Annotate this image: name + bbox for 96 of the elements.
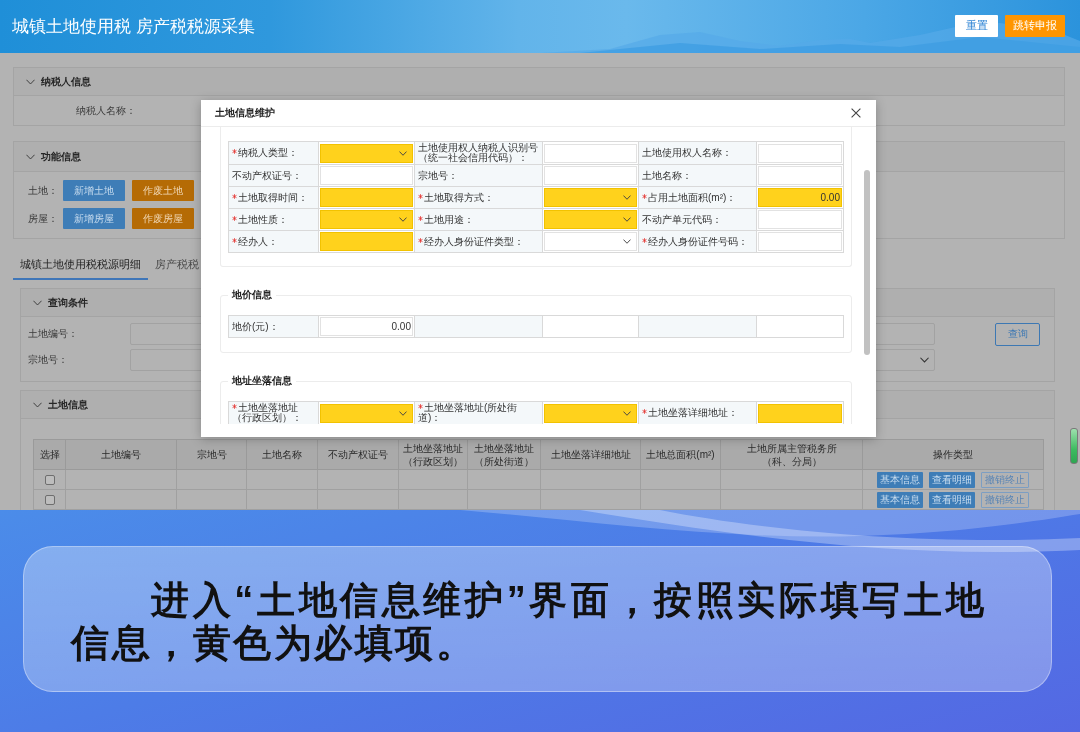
chevron-down-icon[interactable] [26,153,35,160]
field-label: 宗地号： [28,353,69,367]
field-label: 土地用途： [424,213,474,225]
column-header: 土地坐落地址（行政区划） [398,439,468,470]
query-button[interactable]: 查询 [995,322,1040,346]
close-icon [851,108,861,118]
select-field[interactable] [544,210,637,229]
checkbox[interactable] [44,475,55,486]
input-field[interactable] [544,143,637,163]
field-label: 纳税人类型： [238,147,298,158]
input-field[interactable] [758,143,842,163]
field-label: 经办人身份证件号码： [648,235,748,247]
column-header: 选择 [33,439,66,470]
input-field[interactable] [758,403,842,423]
panel-title: 纳税人信息 [41,74,91,89]
select-field[interactable] [544,403,637,423]
column-header: 不动产权证号 [317,439,399,470]
field-label: 土地编号： [28,327,79,341]
page-title: 城镇土地使用税 房产税税源采集 [12,16,255,38]
section-title: 地址坐落信息 [231,375,293,387]
column-header: 土地名称 [246,439,318,470]
function-button[interactable]: 作废房屋 [132,208,194,229]
field-label: 经办人： [238,235,278,247]
select-field[interactable] [320,143,413,163]
action-button[interactable]: 查看明细 [929,491,975,508]
select-field[interactable] [544,188,637,207]
field-label: 土地使用权人纳税人识别号（统一社会信用代码）： [418,142,538,163]
select-field[interactable] [320,403,413,423]
checkbox[interactable] [44,495,55,506]
action-button[interactable]: 撤销终止 [981,471,1029,488]
input-field[interactable] [758,232,842,251]
header-button[interactable]: 跳转申报 [1005,14,1065,37]
chevron-down-icon [623,195,631,200]
function-button[interactable]: 作废土地 [132,180,194,201]
field-label: 土地使用权人名称： [642,147,732,158]
chevron-down-icon [399,150,407,156]
chevron-down-icon [623,239,631,244]
field-label: 土地： [27,183,58,198]
field-label: 不动产单元代码： [642,213,722,225]
field-label: 土地性质： [238,213,288,225]
column-header: 土地坐落地址（所处街道） [467,439,541,470]
column-header: 宗地号 [176,439,247,470]
action-button[interactable]: 基本信息 [877,471,923,488]
column-header: 操作类型 [862,439,1044,470]
chevron-down-icon[interactable] [26,78,35,85]
field-label: 宗地号： [418,169,458,181]
field-label: 经办人身份证件类型： [424,235,524,247]
input-field[interactable] [320,188,413,207]
select-field[interactable] [320,210,413,229]
header-button[interactable]: 重置 [955,14,998,37]
chevron-down-icon [623,410,631,416]
field-label: 土地坐落地址（行政区划）： [232,402,302,423]
column-header: 土地所属主管税务所（科、分局） [720,439,863,470]
function-button[interactable]: 新增土地 [63,180,125,201]
action-button[interactable]: 查看明细 [929,471,975,488]
field-label: 不动产权证号： [232,169,302,181]
tab[interactable]: 城镇土地使用税税源明细 [13,251,148,280]
field-label: 占用土地面积(m²)： [648,191,737,203]
input-field[interactable] [758,166,842,185]
panel-title: 查询条件 [48,295,88,310]
chevron-down-icon[interactable] [33,299,42,306]
field-label: 土地名称： [642,169,692,181]
tab[interactable]: 房产税税 [148,251,203,280]
field-label: 房屋： [27,211,58,226]
chevron-down-icon [920,357,929,363]
function-button[interactable]: 新增房屋 [63,208,125,229]
chevron-down-icon [399,410,407,416]
field-label: 地价(元)： [232,320,279,332]
field-label: 土地坐落地址(所处街道)： [418,402,518,423]
scrollbar-thumb[interactable] [1070,428,1078,464]
field-label: 土地取得时间： [238,191,308,203]
chevron-down-icon [623,217,631,222]
panel-title: 功能信息 [41,149,81,164]
panel-title: 土地信息 [48,397,88,412]
select-field[interactable] [544,232,637,251]
column-header: 土地坐落详细地址 [540,439,641,470]
chevron-down-icon[interactable] [33,401,42,408]
input-field[interactable]: 0.00 [758,188,842,207]
dialog-title: 土地信息维护 [215,106,275,120]
input-field[interactable]: 0.00 [320,317,413,336]
input-field[interactable] [320,166,413,185]
field-label: 土地取得方式： [424,191,494,203]
column-header: 土地编号 [65,439,177,470]
action-button[interactable]: 基本信息 [877,491,923,508]
scrollbar-thumb[interactable] [864,170,870,355]
column-header: 土地总面积(m²) [640,439,721,470]
field-label: 纳税人名称： [75,103,136,118]
close-button[interactable] [850,107,862,119]
input-field[interactable] [758,210,842,229]
input-field[interactable] [544,166,637,185]
chevron-down-icon [399,217,407,222]
field-label: 土地坐落详细地址： [648,407,738,418]
section-title: 地价信息 [231,289,273,301]
caption-text: 进入“土地信息维护”界面，按照实际填写土地信息，黄色为必填项。 [71,578,986,665]
input-field[interactable] [320,232,413,251]
action-button[interactable]: 撤销终止 [981,491,1029,508]
